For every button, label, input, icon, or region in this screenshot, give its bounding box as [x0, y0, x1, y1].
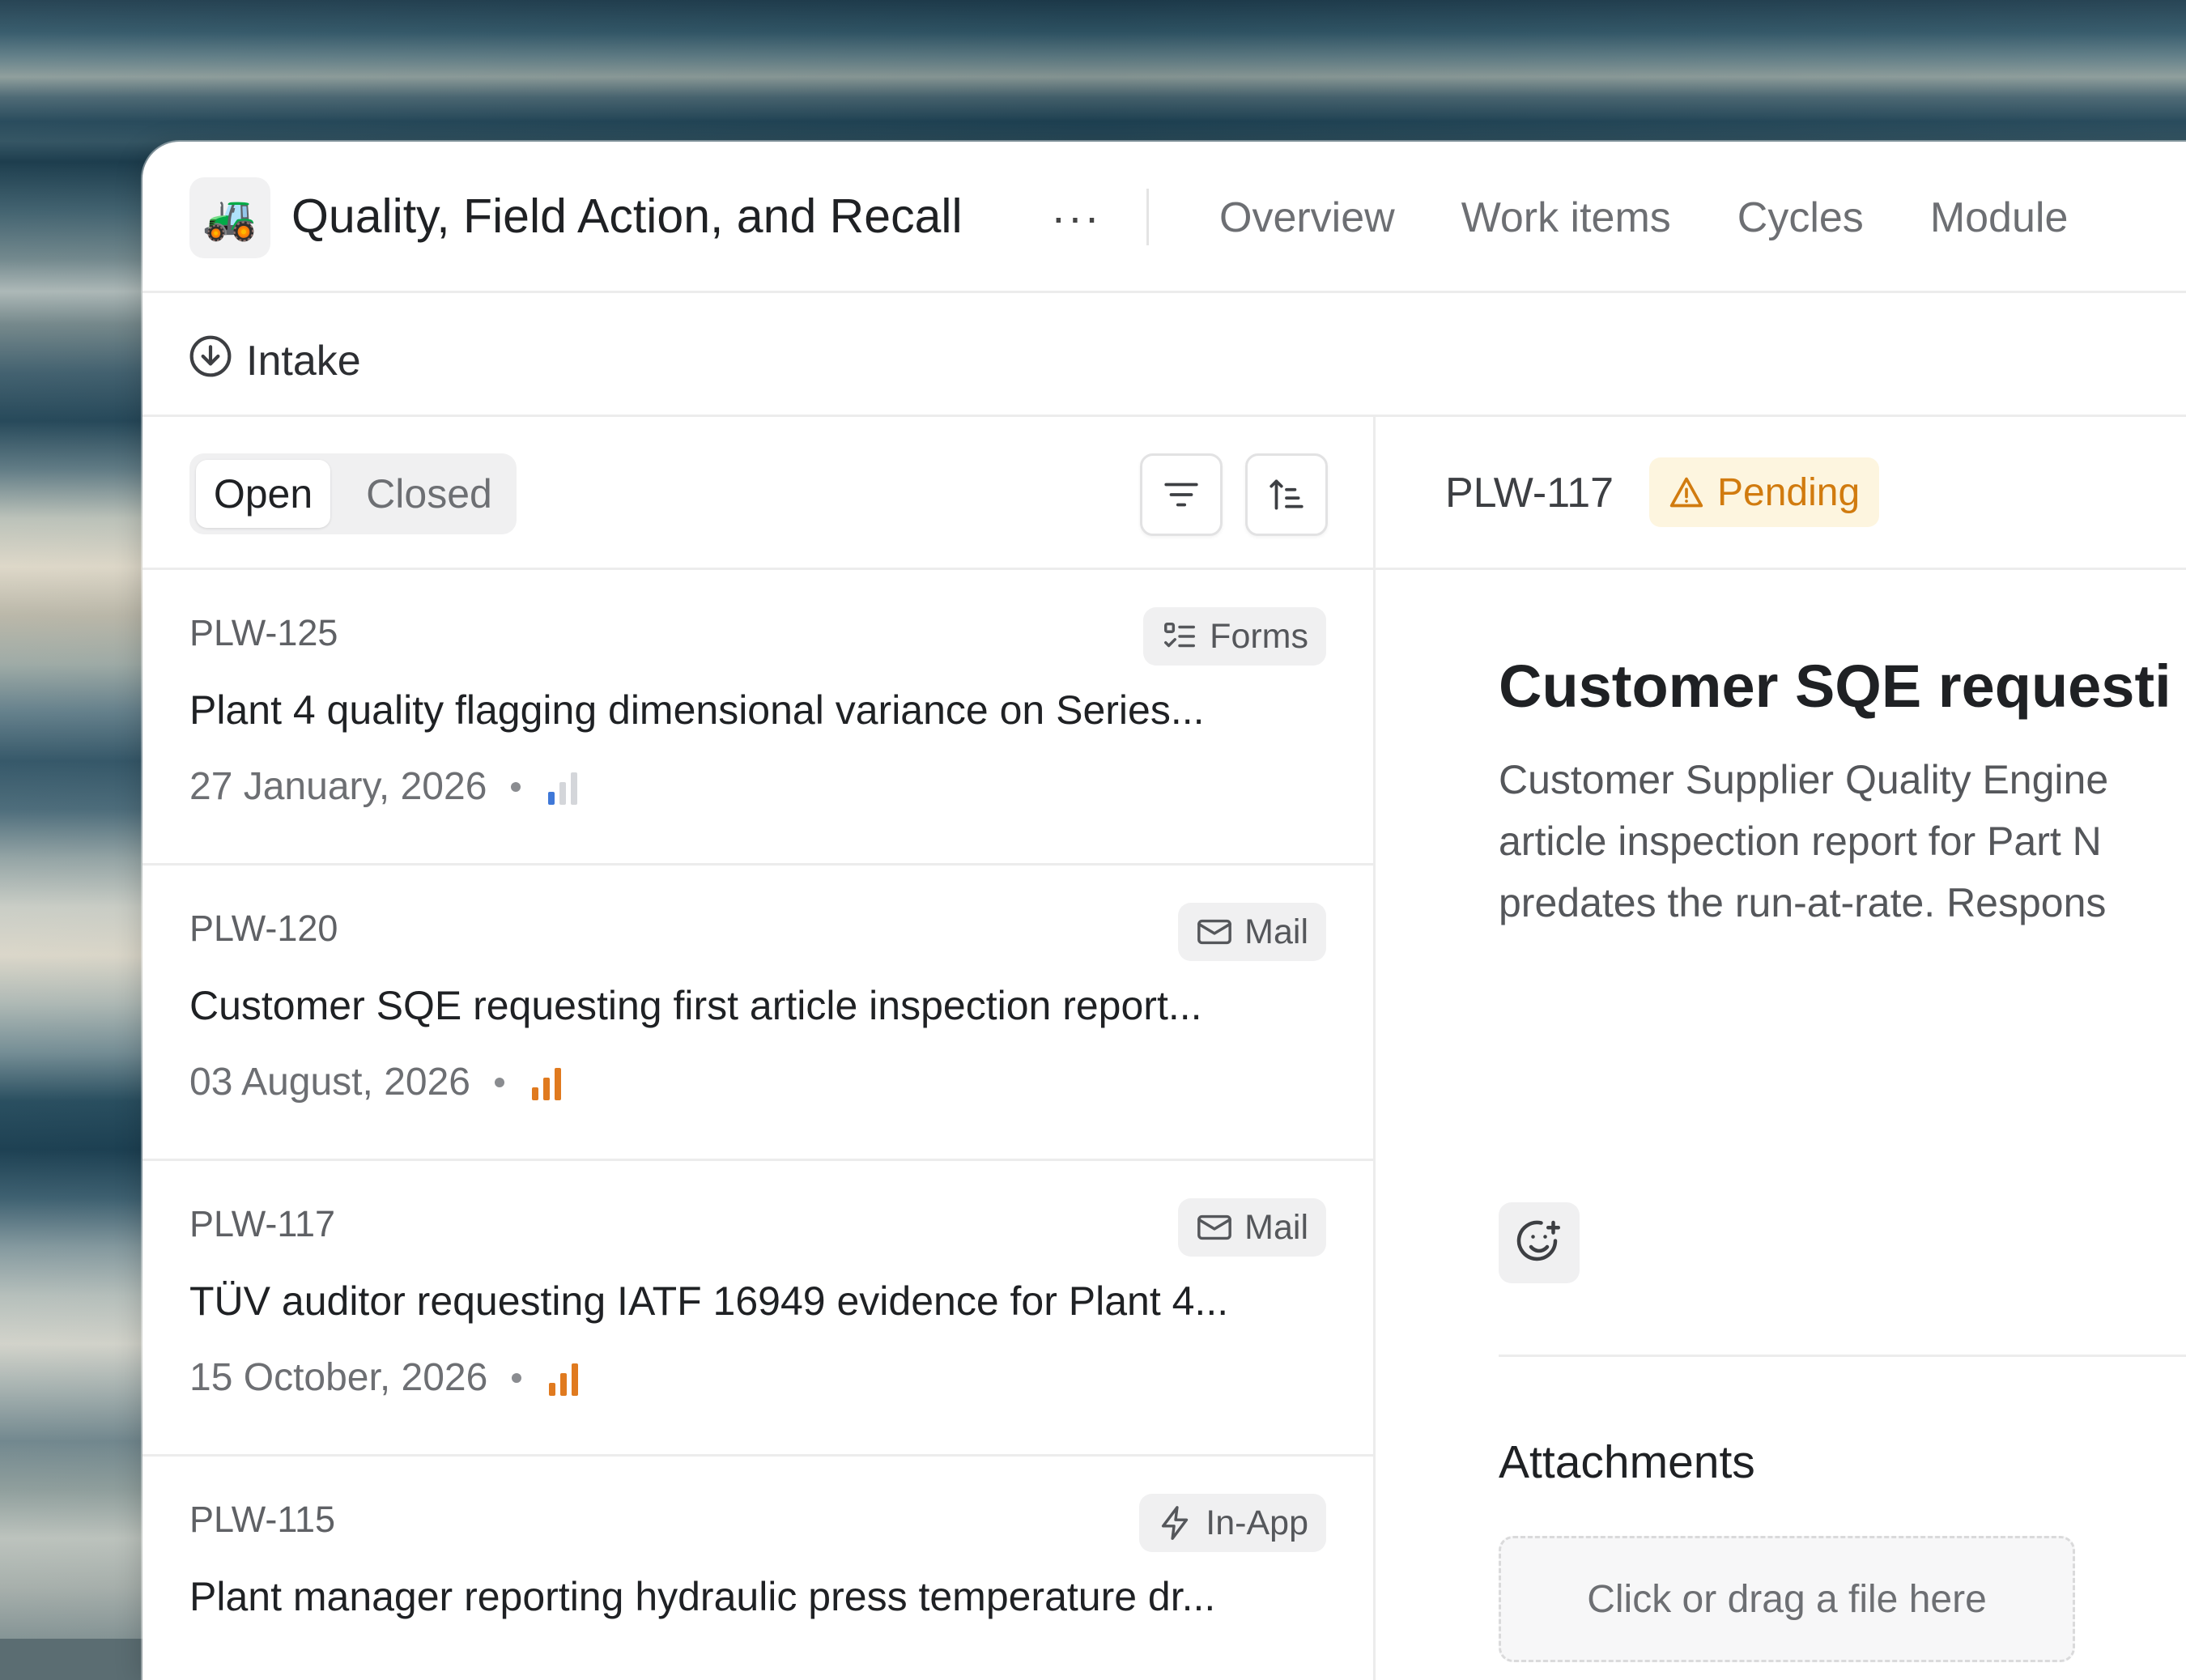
- sort-ascending-icon: [1269, 479, 1304, 510]
- section-divider: [1499, 1355, 2186, 1357]
- source-label: Forms: [1210, 616, 1308, 656]
- detail-title[interactable]: Customer SQE requesti: [1499, 652, 2171, 721]
- tab-work-items[interactable]: Work items: [1461, 194, 1671, 242]
- segment-closed[interactable]: Closed: [348, 460, 510, 528]
- forms-icon: [1164, 622, 1196, 648]
- tractor-icon[interactable]: 🚜: [189, 177, 270, 258]
- item-date: 27 January, 2026: [189, 765, 487, 808]
- item-meta: 03 August, 2026: [189, 1060, 564, 1104]
- header-divider: [1146, 189, 1149, 245]
- tab-module[interactable]: Module: [1930, 194, 2069, 242]
- source-badge: Mail: [1178, 1198, 1326, 1257]
- status-badge[interactable]: Pending: [1649, 457, 1880, 527]
- detail-id: PLW-117: [1445, 470, 1614, 517]
- list-item[interactable]: PLW-125 Forms Plant 4 quality flagging d…: [142, 570, 1373, 866]
- item-id: PLW-115: [189, 1499, 336, 1540]
- app-window: 🚜 Quality, Field Action, and Recall ··· …: [142, 142, 2186, 1680]
- open-closed-toggle: Open Closed: [189, 453, 517, 534]
- separator-dot: [494, 1077, 504, 1087]
- list-item[interactable]: PLW-120 Mail Customer SQE requesting fir…: [142, 866, 1373, 1161]
- item-title: Customer SQE requesting first article in…: [189, 983, 1202, 1028]
- intake-list-pane: Open Closed PLW-125 Forms Plant 4 qualit…: [142, 417, 1376, 1680]
- description-line: article inspection report for Part N: [1499, 819, 2102, 864]
- filter-icon: [1164, 483, 1198, 507]
- item-title: Plant 4 quality flagging dimensional var…: [189, 687, 1205, 733]
- separator-dot: [511, 781, 521, 792]
- segment-open[interactable]: Open: [196, 460, 330, 528]
- filter-button[interactable]: [1140, 453, 1223, 536]
- mail-icon: [1197, 919, 1232, 945]
- priority-low-icon: [548, 772, 578, 805]
- source-label: Mail: [1244, 912, 1308, 951]
- detail-header: PLW-117 Pending: [1376, 417, 2186, 570]
- separator-dot: [512, 1372, 522, 1383]
- file-dropzone[interactable]: Click or drag a file here: [1499, 1536, 2075, 1662]
- detail-description[interactable]: Customer Supplier Quality Engine article…: [1499, 749, 2186, 934]
- attachments-heading: Attachments: [1499, 1436, 1755, 1488]
- intake-breadcrumb: Intake: [142, 293, 2186, 417]
- tab-cycles[interactable]: Cycles: [1737, 194, 1864, 242]
- item-date: 15 October, 2026: [189, 1356, 488, 1399]
- mail-icon: [1197, 1214, 1232, 1240]
- source-label: In-App: [1206, 1503, 1308, 1542]
- item-id: PLW-125: [189, 612, 338, 653]
- sort-button[interactable]: [1245, 453, 1328, 536]
- project-header: 🚜 Quality, Field Action, and Recall ··· …: [142, 142, 2186, 293]
- source-badge: In-App: [1139, 1494, 1326, 1552]
- status-label: Pending: [1717, 470, 1861, 514]
- source-badge: Mail: [1178, 903, 1326, 961]
- item-id: PLW-120: [189, 908, 338, 949]
- add-emoji-icon: [1516, 1220, 1560, 1261]
- source-badge: Forms: [1143, 607, 1326, 666]
- priority-high-icon: [531, 1067, 561, 1100]
- warning-icon: [1669, 477, 1703, 508]
- more-options-icon[interactable]: ···: [1051, 190, 1101, 243]
- list-item[interactable]: PLW-117 Mail TÜV auditor requesting IATF…: [142, 1161, 1373, 1457]
- intake-download-circle-icon: [189, 335, 232, 377]
- priority-high-icon: [549, 1363, 579, 1396]
- project-nav-tabs: Overview Work items Cycles Module: [1219, 194, 2068, 242]
- list-item[interactable]: PLW-115 In-App Plant manager reporting h…: [142, 1457, 1373, 1680]
- tab-overview[interactable]: Overview: [1219, 194, 1395, 242]
- lightning-icon: [1162, 1506, 1189, 1540]
- project-title: Quality, Field Action, and Recall: [291, 189, 963, 243]
- add-reaction-button[interactable]: [1499, 1202, 1580, 1283]
- intake-label[interactable]: Intake: [246, 337, 361, 385]
- intake-detail-pane: PLW-117 Pending Customer SQE requesti Cu…: [1376, 417, 2186, 1680]
- description-line: Customer Supplier Quality Engine: [1499, 757, 2109, 802]
- item-date: 03 August, 2026: [189, 1061, 470, 1104]
- item-title: Plant manager reporting hydraulic press …: [189, 1574, 1216, 1619]
- item-meta: 27 January, 2026: [189, 764, 581, 809]
- source-label: Mail: [1244, 1207, 1308, 1247]
- item-meta: 15 October, 2026: [189, 1355, 581, 1400]
- list-toolbar: Open Closed: [142, 417, 1373, 570]
- item-id: PLW-117: [189, 1203, 336, 1244]
- item-title: TÜV auditor requesting IATF 16949 eviden…: [189, 1278, 1229, 1324]
- description-line: predates the run-at-rate. Respons: [1499, 880, 2107, 925]
